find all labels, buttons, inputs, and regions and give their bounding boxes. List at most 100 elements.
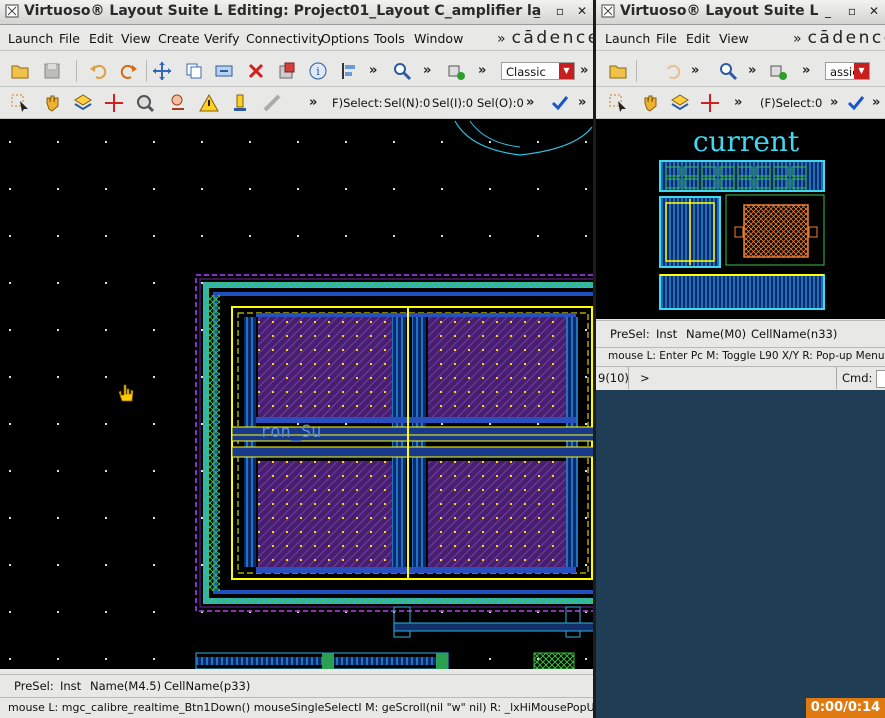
more-menus-icon: » — [497, 31, 506, 47]
undo-icon[interactable] — [88, 61, 108, 81]
cell-label: current — [693, 125, 800, 158]
sel-o-count: Sel(O):0 — [477, 96, 524, 110]
maximize-icon[interactable]: ▫ — [845, 4, 859, 18]
presel-label: PreSel: — [610, 327, 650, 341]
zoom-icon[interactable] — [718, 61, 738, 81]
presel-label: PreSel: — [14, 679, 54, 693]
open-folder-icon[interactable] — [608, 61, 628, 81]
toolbar-edit: » F)Select: Sel(N):0 Sel(I):0 Sel(O):0 »… — [0, 88, 593, 119]
ruler-icon[interactable] — [262, 93, 282, 113]
divider — [628, 367, 629, 389]
toolbar-separator — [636, 60, 637, 82]
zoom-region-icon[interactable] — [135, 93, 155, 113]
more-tools-icon[interactable]: » — [691, 63, 699, 78]
title-bar[interactable]: Virtuoso® Layout Suite L Editing: Projec… — [0, 0, 593, 25]
undo-icon[interactable] — [662, 61, 682, 81]
preview-canvas[interactable]: current — [596, 119, 885, 319]
select-icon[interactable] — [608, 93, 628, 113]
layers-icon[interactable] — [73, 93, 93, 113]
app-icon — [5, 4, 19, 18]
recording-timer: 0:00/0:14 — [806, 698, 885, 718]
save-icon[interactable] — [42, 61, 62, 81]
more-tools-icon[interactable]: » — [802, 63, 810, 78]
more-tools-icon[interactable]: » — [526, 95, 534, 110]
menu-bar: Launch File Edit View Create Verify Conn… — [0, 26, 593, 51]
presel-cell: CellName(p33) — [164, 679, 251, 693]
minimize-icon[interactable]: _ — [530, 4, 544, 18]
minimize-icon[interactable]: _ — [821, 4, 835, 18]
more-tools-icon[interactable]: » — [580, 63, 588, 78]
menu-connectivity[interactable]: Connectivity — [246, 31, 324, 46]
more-tools-icon[interactable]: » — [830, 95, 838, 110]
cmd-input[interactable] — [876, 370, 885, 388]
zoom-icon[interactable] — [392, 61, 412, 81]
menu-edit[interactable]: Edit — [686, 31, 710, 46]
select-filter-label: F)Select: — [332, 96, 383, 110]
mouse-help-text: mouse L: Enter Pc M: Toggle L90 X/Y R: P… — [608, 350, 885, 362]
more-tools-icon[interactable]: » — [578, 95, 586, 110]
select-icon[interactable] — [10, 93, 30, 113]
more-tools-icon[interactable]: » — [423, 63, 431, 78]
probe-icon[interactable] — [168, 93, 188, 113]
workspace-combo[interactable]: Classic ▼ — [501, 62, 575, 80]
menu-file[interactable]: File — [59, 31, 80, 46]
layout-canvas[interactable]: ron_Su — [0, 119, 593, 670]
align-icon[interactable] — [339, 61, 359, 81]
marker-icon[interactable] — [230, 93, 250, 113]
delete-icon[interactable] — [246, 61, 266, 81]
app-icon — [601, 4, 615, 18]
workspace-combo[interactable]: assic ▼ — [825, 62, 870, 80]
title-bar[interactable]: Virtuoso® Layout Suite L _ ▫ ✕ — [596, 0, 885, 25]
status-bar: PreSel: Inst Name(M4.5) CellName(p33) — [0, 674, 593, 697]
more-tools-icon[interactable]: » — [872, 95, 880, 110]
move-icon[interactable] — [152, 61, 172, 81]
sel-i-count: Sel(I):0 — [432, 96, 474, 110]
copy-icon[interactable] — [184, 61, 204, 81]
menu-options[interactable]: Options — [321, 31, 369, 46]
window-title: Virtuoso® Layout Suite L Editing: Projec… — [24, 3, 542, 19]
warning-icon[interactable] — [199, 93, 219, 113]
menu-create[interactable]: Create — [158, 31, 200, 46]
check-icon[interactable] — [550, 93, 570, 113]
layers-icon[interactable] — [670, 93, 690, 113]
menu-view[interactable]: View — [121, 31, 151, 46]
hand-icon[interactable] — [42, 93, 62, 113]
open-folder-icon[interactable] — [10, 61, 30, 81]
crosshair-icon[interactable] — [700, 93, 720, 113]
chevron-down-icon: ▼ — [559, 63, 574, 79]
mouse-help-bar: mouse L: Enter Pc M: Toggle L90 X/Y R: P… — [596, 347, 885, 366]
svg-text:i: i — [316, 65, 320, 78]
layout-drawing: ron_Su — [0, 119, 593, 670]
menu-window[interactable]: Window — [414, 31, 463, 46]
preview-drawing: current — [659, 125, 825, 310]
command-line: 9(10) > Cmd: — [596, 366, 885, 390]
menu-launch[interactable]: Launch — [8, 31, 53, 46]
menu-verify[interactable]: Verify — [204, 31, 239, 46]
more-tools-icon[interactable]: » — [369, 63, 377, 78]
more-tools-icon[interactable]: » — [478, 63, 486, 78]
create-instance-icon[interactable] — [446, 61, 466, 81]
command-prompt[interactable]: > — [640, 371, 650, 385]
check-icon[interactable] — [846, 93, 866, 113]
info-icon[interactable]: i — [308, 61, 328, 81]
menu-tools[interactable]: Tools — [374, 31, 405, 46]
menu-edit[interactable]: Edit — [89, 31, 113, 46]
menu-view[interactable]: View — [719, 31, 749, 46]
create-instance-icon[interactable] — [768, 61, 788, 81]
close-icon[interactable]: ✕ — [575, 4, 589, 18]
close-icon[interactable]: ✕ — [867, 4, 881, 18]
menu-file[interactable]: File — [656, 31, 677, 46]
hand-icon[interactable] — [640, 93, 660, 113]
stretch-icon[interactable] — [214, 61, 234, 81]
select-filter-label: (F)Select:0 — [760, 96, 823, 110]
menu-launch[interactable]: Launch — [605, 31, 650, 46]
toolbar-separator — [76, 60, 77, 82]
maximize-icon[interactable]: ▫ — [553, 4, 567, 18]
more-tools-icon[interactable]: » — [748, 63, 756, 78]
cadence-logo: »cādence — [793, 28, 885, 48]
redo-icon[interactable] — [119, 61, 139, 81]
more-tools-icon[interactable]: » — [309, 95, 317, 110]
crosshair-icon[interactable] — [104, 93, 124, 113]
properties-icon[interactable] — [277, 61, 297, 81]
more-tools-icon[interactable]: » — [734, 95, 742, 110]
